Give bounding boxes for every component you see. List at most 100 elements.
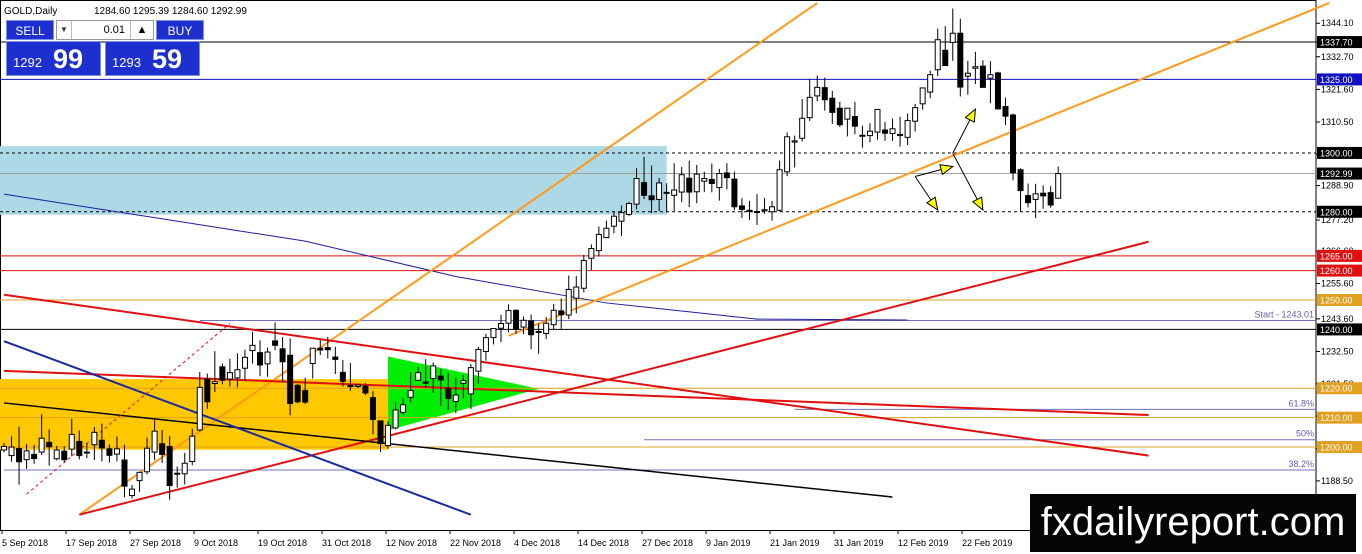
sell-price-big: 99 <box>53 44 84 74</box>
candle-body <box>979 65 986 88</box>
candle-body <box>588 248 595 259</box>
candle-body <box>1010 114 1017 174</box>
chart-title: GOLD,Daily <box>4 6 57 17</box>
candle-body <box>53 449 60 460</box>
candle-body <box>769 206 776 213</box>
candle-body <box>754 210 760 213</box>
candle-body <box>776 169 783 211</box>
candle-body <box>543 322 550 335</box>
candle-body <box>851 115 858 127</box>
candle-body <box>174 472 181 475</box>
candle-body <box>497 323 504 329</box>
candle-body <box>686 177 693 193</box>
increase-lot-button[interactable]: ▲ <box>130 21 153 39</box>
x-tick-label: 12 Feb 2019 <box>898 538 949 548</box>
candle-body <box>211 381 218 385</box>
candle-body <box>784 136 791 173</box>
candle-body <box>723 172 730 179</box>
x-tick-label: 12 Nov 2018 <box>386 538 437 548</box>
arrow-head-icon <box>964 107 976 123</box>
candle-body <box>1 445 7 451</box>
candle-body <box>535 330 542 333</box>
candle-body <box>701 178 708 182</box>
candle-body <box>513 309 520 330</box>
candle-body <box>595 233 602 252</box>
candle-body <box>362 385 369 394</box>
fib-label: Start - 1243.01 <box>1254 310 1314 320</box>
level-label: 1300.00 <box>1320 148 1353 158</box>
x-tick-label: 4 Dec 2018 <box>514 538 560 548</box>
candle-body <box>1055 173 1062 199</box>
candle-body <box>829 97 836 113</box>
level-label: 1337.70 <box>1320 38 1353 48</box>
level-label: 1265.00 <box>1320 251 1353 261</box>
arrow-head-icon <box>939 164 955 176</box>
candle-body <box>279 348 286 363</box>
candle-body <box>189 435 196 462</box>
candle-body <box>249 344 256 352</box>
sell-price[interactable]: 1292 99 <box>6 41 101 76</box>
candle-body <box>806 96 813 119</box>
x-tick-label: 22 Feb 2019 <box>962 538 1013 548</box>
candle-body <box>196 386 203 431</box>
candle-body <box>814 86 821 97</box>
candle-body <box>648 195 655 201</box>
candle-body <box>836 107 843 126</box>
x-tick-label: 14 Dec 2018 <box>578 538 629 548</box>
candle-body <box>324 347 331 351</box>
candle-body <box>678 174 685 193</box>
sell-price-small: 1292 <box>13 55 42 70</box>
candle-body <box>339 371 346 382</box>
sell-button[interactable]: SELL <box>6 20 54 40</box>
candle-body <box>369 397 376 420</box>
candle-body <box>746 209 753 212</box>
candle-body <box>791 140 798 143</box>
candle-body <box>949 32 956 43</box>
y-tick-label: 1232.50 <box>1321 346 1354 356</box>
candle-body <box>204 378 211 403</box>
candle-body <box>129 488 136 497</box>
x-tick-label: 21 Jan 2019 <box>770 538 820 548</box>
candle-body <box>287 354 294 405</box>
candle-body <box>91 431 98 446</box>
y-tick-label: 1288.90 <box>1321 181 1354 191</box>
candle-body <box>68 433 75 450</box>
x-tick-label: 9 Jan 2019 <box>706 538 751 548</box>
candle-body <box>708 178 715 185</box>
candle-body <box>23 450 30 461</box>
candle-body <box>731 178 738 208</box>
buy-button[interactable]: BUY <box>156 20 204 40</box>
level-label: 1280.00 <box>1320 207 1353 217</box>
candle-body <box>302 390 309 403</box>
candle-body <box>151 430 158 453</box>
buy-price[interactable]: 1293 59 <box>105 41 200 76</box>
candle-body <box>994 72 1001 110</box>
lot-size-field[interactable]: ▼ 0.01 ▲ <box>56 20 154 40</box>
x-tick-label: 19 Oct 2018 <box>258 538 307 548</box>
candle-body <box>716 173 723 189</box>
candle-body <box>874 108 881 133</box>
level-label: 1250.00 <box>1320 296 1353 306</box>
candle-body <box>347 385 354 388</box>
level-label: 1200.00 <box>1320 443 1353 453</box>
candle-body <box>641 182 648 196</box>
candle-body <box>482 337 489 352</box>
candle-body <box>693 173 700 193</box>
candle-body <box>136 471 143 482</box>
candle-body <box>332 356 339 360</box>
candle-body <box>106 448 113 456</box>
chevron-down-icon[interactable]: ▼ <box>57 21 72 39</box>
candle-body <box>972 66 979 69</box>
candle-body <box>625 203 632 215</box>
candle-body <box>844 107 851 120</box>
candle-body <box>317 347 324 351</box>
candle-body <box>31 453 38 460</box>
arrow-head-icon <box>925 196 939 212</box>
candle-body <box>377 420 384 445</box>
candle-body <box>16 448 23 463</box>
candle-body <box>46 441 53 448</box>
candle-body <box>889 128 896 135</box>
x-tick-label: 31 Oct 2018 <box>322 538 371 548</box>
candle-body <box>241 356 248 369</box>
candle-body <box>859 134 866 137</box>
